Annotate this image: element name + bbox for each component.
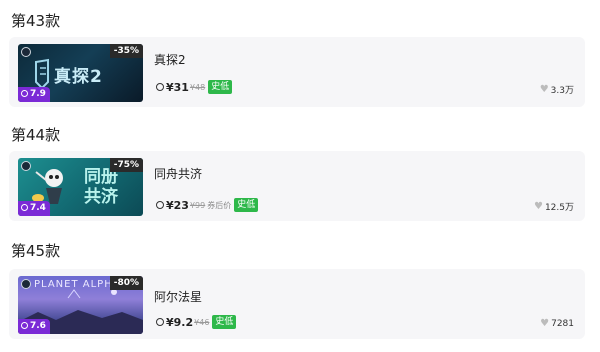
game-art-title: PLANET ALPH [34, 279, 113, 290]
game-thumbnail[interactable]: 真探2 -35% 7.9 [18, 44, 143, 102]
score-badge: 7.6 [18, 319, 50, 334]
current-price: ¥9.2 [166, 315, 194, 329]
current-price: ¥23 [166, 198, 189, 212]
currency-icon [156, 83, 164, 91]
original-price: ¥46 [194, 317, 210, 327]
likes-count: 12.5万 [544, 203, 574, 213]
steam-icon [21, 161, 31, 171]
discount-badge: -75% [109, 158, 143, 172]
lowest-price-badge: 史低 [208, 80, 233, 94]
lowest-price-badge: 史低 [234, 198, 259, 212]
score-value: 7.6 [30, 321, 46, 331]
game-name[interactable]: 阿尔法星 [154, 288, 202, 305]
game-art-title-line2: 共济 [84, 187, 118, 207]
score-value: 7.9 [30, 89, 46, 99]
score-icon [21, 322, 28, 329]
game-name[interactable]: 同舟共济 [154, 165, 202, 182]
score-value: 7.4 [30, 203, 46, 213]
score-badge: 7.9 [18, 87, 50, 102]
section-title: 第45款 [11, 242, 61, 260]
heart-icon: ♥ [540, 318, 550, 329]
score-icon [21, 204, 28, 211]
likes[interactable]: ♥ 12.5万 [534, 200, 574, 213]
game-name[interactable]: 真探2 [154, 51, 186, 68]
price-row: ¥31 ¥48 史低 [156, 79, 233, 95]
lowest-price-badge: 史低 [212, 315, 237, 329]
coupon-note: 券后价 [207, 200, 232, 210]
original-price: ¥48 [189, 82, 206, 92]
game-thumbnail[interactable]: PLANET ALPH -80% 7.6 [18, 276, 143, 334]
game-art-title: 真探2 [54, 67, 103, 87]
game-thumbnail[interactable]: 同册 共济 -75% 7.4 [18, 158, 143, 216]
currency-icon [156, 318, 164, 326]
steam-icon [21, 279, 31, 289]
likes-count: 3.3万 [550, 86, 574, 96]
section-title: 第44款 [11, 126, 61, 144]
score-badge: 7.4 [18, 201, 50, 216]
game-card-43[interactable]: 真探2 -35% 7.9 真探2 ¥31 ¥48 史低 ♥ 3.3万 [9, 37, 585, 107]
original-price: ¥99 [189, 200, 206, 210]
currency-icon [156, 201, 164, 209]
current-price: ¥31 [166, 80, 189, 94]
heart-icon: ♥ [533, 201, 543, 212]
price-row: ¥23 ¥99 券后价 史低 [156, 197, 259, 213]
game-card-44[interactable]: 同册 共济 -75% 7.4 同舟共济 ¥23 ¥99 券后价 史低 ♥ 12.… [9, 151, 585, 221]
likes-count: 7281 [551, 318, 574, 329]
likes[interactable]: ♥ 7281 [540, 318, 574, 329]
game-card-45[interactable]: PLANET ALPH -80% 7.6 阿尔法星 ¥9.2 ¥46 史低 ♥ … [9, 269, 585, 339]
discount-badge: -80% [109, 276, 143, 290]
score-icon [21, 90, 28, 97]
section-title: 第43款 [11, 12, 61, 30]
price-row: ¥9.2 ¥46 史低 [156, 314, 237, 330]
steam-icon [21, 47, 31, 57]
likes[interactable]: ♥ 3.3万 [540, 83, 574, 96]
heart-icon: ♥ [539, 84, 549, 95]
discount-badge: -35% [109, 44, 143, 58]
